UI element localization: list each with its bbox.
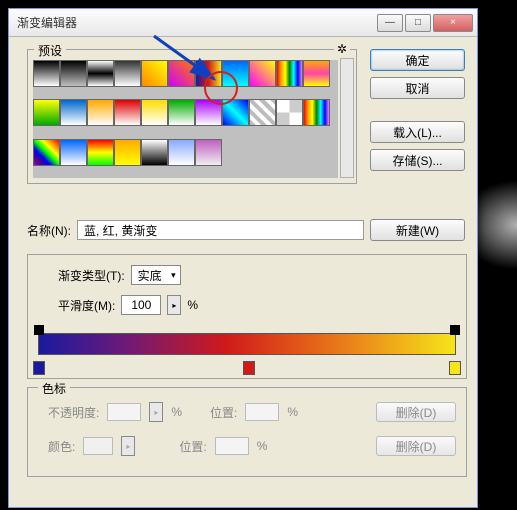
opacity-label: 不透明度: <box>48 404 99 421</box>
preset-swatch-15[interactable] <box>141 99 168 126</box>
ok-button[interactable]: 确定 <box>370 49 465 71</box>
gradient-type-label: 渐变类型(T): <box>58 267 125 284</box>
opacity-percent: % <box>171 405 182 419</box>
color-stop-yellow[interactable] <box>449 361 461 375</box>
preset-swatch-6[interactable] <box>195 60 222 87</box>
presets-label: 预设 <box>34 42 66 59</box>
preset-swatch-11[interactable] <box>33 99 60 126</box>
preset-swatch-9[interactable] <box>276 60 303 87</box>
percent-label: % <box>187 298 198 312</box>
new-button[interactable]: 新建(W) <box>370 219 465 241</box>
position-percent-2: % <box>257 439 268 453</box>
color-stop-row: 颜色: ▸ 位置: % 删除(D) <box>48 436 456 456</box>
position-label-2: 位置: <box>179 438 206 455</box>
color-stop-red[interactable] <box>243 361 255 375</box>
name-row: 名称(N): 新建(W) <box>27 219 465 241</box>
gradient-editor-dialog: 渐变编辑器 — □ × 预设 ✲ 确定 取消 载入(L)... 存储(S)...… <box>8 8 478 508</box>
cancel-button[interactable]: 取消 <box>370 77 465 99</box>
gradient-bar-wrap <box>38 333 456 373</box>
preset-swatch-27[interactable] <box>168 139 195 166</box>
name-input[interactable] <box>77 220 364 240</box>
color-well <box>83 437 113 455</box>
opacity-position-input <box>245 403 279 421</box>
preset-swatch-8[interactable] <box>249 60 276 87</box>
smoothness-stepper[interactable]: ▸ <box>167 295 181 315</box>
color-label: 颜色: <box>48 438 75 455</box>
preset-swatch-17[interactable] <box>195 99 222 126</box>
window-title: 渐变编辑器 <box>17 14 377 31</box>
color-position-input <box>215 437 249 455</box>
gradient-group: 渐变类型(T): 实底 平滑度(M): ▸ % <box>27 254 467 379</box>
preset-swatch-2[interactable] <box>87 60 114 87</box>
preset-swatch-4[interactable] <box>141 60 168 87</box>
preset-swatch-18[interactable] <box>222 99 249 126</box>
opacity-stop-right[interactable] <box>450 325 460 335</box>
gradient-bar[interactable] <box>38 333 456 355</box>
name-label: 名称(N): <box>27 222 71 239</box>
preset-swatch-7[interactable] <box>222 60 249 87</box>
preset-swatch-25[interactable] <box>114 139 141 166</box>
preset-swatch-22[interactable] <box>33 139 60 166</box>
action-buttons: 确定 取消 载入(L)... 存储(S)... <box>370 49 465 171</box>
preset-swatch-28[interactable] <box>195 139 222 166</box>
load-button[interactable]: 载入(L)... <box>370 121 465 143</box>
preset-swatch-12[interactable] <box>60 99 87 126</box>
opacity-stepper: ▸ <box>149 402 163 422</box>
preset-swatch-3[interactable] <box>114 60 141 87</box>
preset-swatch-5[interactable] <box>168 60 195 87</box>
titlebar: 渐变编辑器 — □ × <box>9 9 477 37</box>
preset-grid <box>33 60 338 178</box>
preset-swatch-16[interactable] <box>168 99 195 126</box>
preset-swatch-0[interactable] <box>33 60 60 87</box>
opacity-input <box>107 403 141 421</box>
smoothness-label: 平滑度(M): <box>58 297 115 314</box>
preset-swatch-19[interactable] <box>249 99 276 126</box>
opacity-stop-left[interactable] <box>34 325 44 335</box>
preset-swatch-13[interactable] <box>87 99 114 126</box>
color-stop-blue[interactable] <box>33 361 45 375</box>
color-stepper: ▸ <box>121 436 135 456</box>
presets-scrollbar[interactable] <box>340 58 354 178</box>
preset-swatch-23[interactable] <box>60 139 87 166</box>
preset-swatch-1[interactable] <box>60 60 87 87</box>
position-percent-1: % <box>287 405 298 419</box>
opacity-stop-row: 不透明度: ▸ % 位置: % 删除(D) <box>48 402 456 422</box>
preset-swatch-14[interactable] <box>114 99 141 126</box>
gear-icon[interactable]: ✲ <box>334 42 350 56</box>
preset-swatch-21[interactable] <box>303 99 330 126</box>
smoothness-input[interactable] <box>121 295 161 315</box>
gradient-type-select[interactable]: 实底 <box>131 265 181 285</box>
minimize-button[interactable]: — <box>377 14 403 32</box>
stops-group-label: 色标 <box>38 380 70 397</box>
maximize-button[interactable]: □ <box>405 14 431 32</box>
preset-swatch-20[interactable] <box>276 99 303 126</box>
preset-swatch-10[interactable] <box>303 60 330 87</box>
presets-group: 预设 ✲ <box>27 49 357 184</box>
delete-color-stop-button: 删除(D) <box>376 436 456 456</box>
save-button[interactable]: 存储(S)... <box>370 149 465 171</box>
close-button[interactable]: × <box>433 14 473 32</box>
position-label-1: 位置: <box>210 404 237 421</box>
delete-opacity-stop-button: 删除(D) <box>376 402 456 422</box>
preset-swatch-26[interactable] <box>141 139 168 166</box>
stops-group: 色标 不透明度: ▸ % 位置: % 删除(D) 颜色: ▸ 位置: % 删除(… <box>27 387 467 477</box>
window-buttons: — □ × <box>377 14 473 32</box>
preset-swatch-24[interactable] <box>87 139 114 166</box>
